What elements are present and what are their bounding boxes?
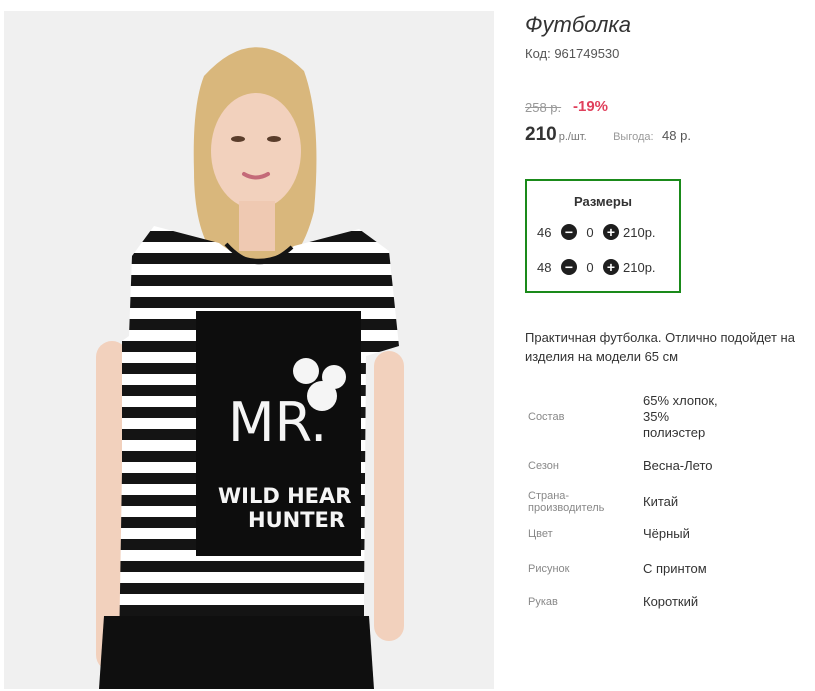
property-row: Рисунок С принтом xyxy=(525,549,718,589)
property-label: Страна-производитель xyxy=(528,490,605,514)
property-row: Рукав Короткий xyxy=(525,589,718,615)
old-price: 258 р. xyxy=(525,100,562,115)
property-value: Короткий xyxy=(643,594,699,609)
print-wild-text: WILD HEAR xyxy=(218,484,351,508)
size-value: 46 xyxy=(537,224,552,240)
discount-badge: -19% xyxy=(573,98,609,115)
property-value: С принтом xyxy=(643,561,707,576)
minus-icon[interactable]: − xyxy=(561,224,577,240)
savings-value: 48 р. xyxy=(662,128,691,143)
property-value: 65% хлопок, 35% полиэстер xyxy=(643,393,718,440)
minus-icon[interactable]: − xyxy=(561,259,577,275)
property-label: Рисунок xyxy=(528,563,570,575)
size-row: 46 − 0 + 210р. xyxy=(537,222,656,242)
property-row: Состав 65% хлопок, 35% полиэстер xyxy=(525,387,718,447)
description-line: Практичная футболка. Отлично подойдет на xyxy=(525,330,795,345)
property-row: Страна-производитель Китай xyxy=(525,485,718,519)
product-image: MR. WILD HEAR HUNTER xyxy=(4,11,494,689)
sizes-panel: Размеры 46 − 0 + 210р. 48 − 0 + 210р. xyxy=(525,179,681,293)
property-row: Сезон Весна-Лето xyxy=(525,447,718,485)
price-row: 210 р./шт. Выгода: 48 р. xyxy=(525,124,691,146)
property-value: Весна-Лето xyxy=(643,458,713,473)
plus-icon[interactable]: + xyxy=(603,259,619,275)
property-label: Сезон xyxy=(528,460,559,472)
size-value: 48 xyxy=(537,259,552,275)
property-value: Чёрный xyxy=(643,526,690,541)
quantity-value[interactable]: 0 xyxy=(577,225,603,240)
property-label: Рукав xyxy=(528,596,558,608)
property-label: Состав xyxy=(528,411,565,423)
description-line: изделия на модели 65 см xyxy=(525,349,679,364)
size-price: 210р. xyxy=(623,259,656,275)
product-title: Футболка xyxy=(525,12,631,37)
savings-label: Выгода: xyxy=(613,131,654,143)
size-row: 48 − 0 + 210р. xyxy=(537,257,656,277)
property-value: Китай xyxy=(643,494,679,509)
quantity-value[interactable]: 0 xyxy=(577,260,603,275)
print-hunter-text: HUNTER xyxy=(248,508,345,532)
property-label: Цвет xyxy=(528,528,553,540)
properties-table: Состав 65% хлопок, 35% полиэстер Сезон В… xyxy=(525,387,718,615)
price-unit: р./шт. xyxy=(558,131,587,143)
current-price: 210 xyxy=(525,124,557,145)
product-description: Практичная футболка. Отлично подойдет на… xyxy=(525,328,815,366)
size-price: 210р. xyxy=(623,224,656,240)
property-row: Цвет Чёрный xyxy=(525,519,718,549)
sizes-title: Размеры xyxy=(574,194,632,209)
product-photo[interactable]: MR. WILD HEAR HUNTER xyxy=(4,11,494,689)
print-mr-text: MR. xyxy=(228,391,327,454)
plus-icon[interactable]: + xyxy=(603,224,619,240)
product-code: Код: 961749530 xyxy=(525,46,620,61)
